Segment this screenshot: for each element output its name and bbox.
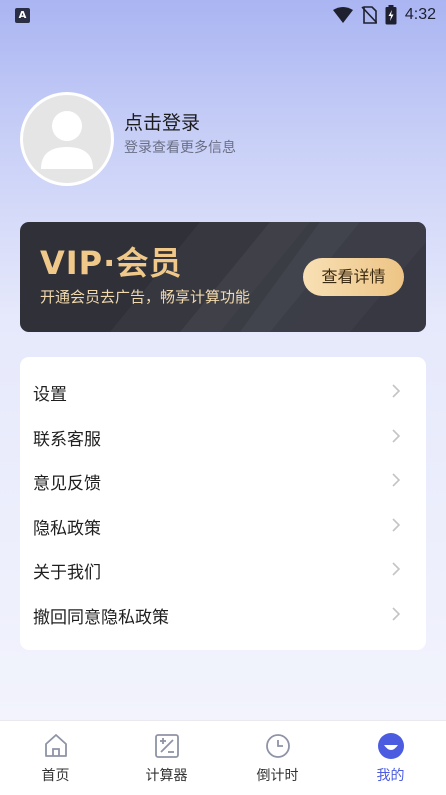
chevron-right-icon — [392, 429, 400, 443]
tab-countdown[interactable]: 倒计时 — [222, 721, 333, 795]
menu-item-feedback[interactable]: 意见反馈 — [20, 457, 426, 502]
settings-menu: 设置 联系客服 意见反馈 隐私政策 关于我们 撤回同意隐私政策 — [20, 357, 426, 650]
tab-home[interactable]: 首页 — [0, 721, 111, 795]
menu-item-label: 意见反馈 — [33, 474, 101, 495]
vip-details-button[interactable]: 查看详情 — [303, 258, 404, 296]
vip-subtitle: 开通会员去广告，畅享计算功能 — [40, 288, 251, 306]
login-title[interactable]: 点击登录 — [124, 108, 200, 135]
chevron-right-icon — [392, 607, 400, 621]
user-silhouette-icon — [41, 111, 93, 169]
vip-card[interactable]: VIP·会员 开通会员去广告，畅享计算功能 查看详情 — [20, 222, 426, 332]
tab-label: 倒计时 — [256, 768, 299, 784]
home-icon — [45, 734, 67, 757]
menu-item-label: 撤回同意隐私政策 — [33, 607, 169, 628]
menu-item-settings[interactable]: 设置 — [20, 368, 426, 413]
no-sim-icon — [361, 6, 377, 24]
login-subtitle: 登录查看更多信息 — [124, 140, 236, 156]
bottom-tab-bar: 首页 计算器 倒计时 我的 — [0, 720, 446, 795]
chevron-right-icon — [392, 473, 400, 487]
chevron-right-icon — [392, 518, 400, 532]
tab-label: 首页 — [41, 768, 70, 784]
avatar[interactable] — [20, 92, 114, 186]
menu-item-about-us[interactable]: 关于我们 — [20, 546, 426, 591]
vip-title: VIP·会员 — [40, 244, 183, 282]
menu-item-label: 设置 — [33, 385, 67, 405]
status-icons: 4:32 — [332, 5, 436, 25]
chevron-right-icon — [392, 384, 400, 398]
menu-item-label: 隐私政策 — [33, 518, 101, 539]
profile-icon — [378, 733, 404, 759]
menu-item-label: 联系客服 — [33, 429, 101, 450]
tab-label: 计算器 — [145, 768, 188, 784]
tab-mine[interactable]: 我的 — [335, 721, 446, 795]
tab-calculator[interactable]: 计算器 — [111, 721, 222, 795]
chevron-right-icon — [392, 562, 400, 576]
menu-item-privacy-policy[interactable]: 隐私政策 — [20, 502, 426, 547]
calculator-icon — [155, 734, 179, 758]
menu-item-contact-support[interactable]: 联系客服 — [20, 413, 426, 458]
profile-header[interactable]: 点击登录 登录查看更多信息 — [20, 92, 420, 186]
status-time: 4:32 — [404, 6, 436, 23]
menu-item-revoke-privacy-consent[interactable]: 撤回同意隐私政策 — [20, 591, 426, 636]
clock-icon — [266, 734, 290, 758]
wifi-icon — [332, 7, 353, 23]
menu-item-label: 关于我们 — [33, 563, 101, 584]
status-bar: A 4:32 — [0, 0, 446, 34]
tab-label: 我的 — [376, 768, 405, 784]
battery-icon — [385, 5, 397, 25]
app-notification-icon: A — [15, 8, 30, 23]
